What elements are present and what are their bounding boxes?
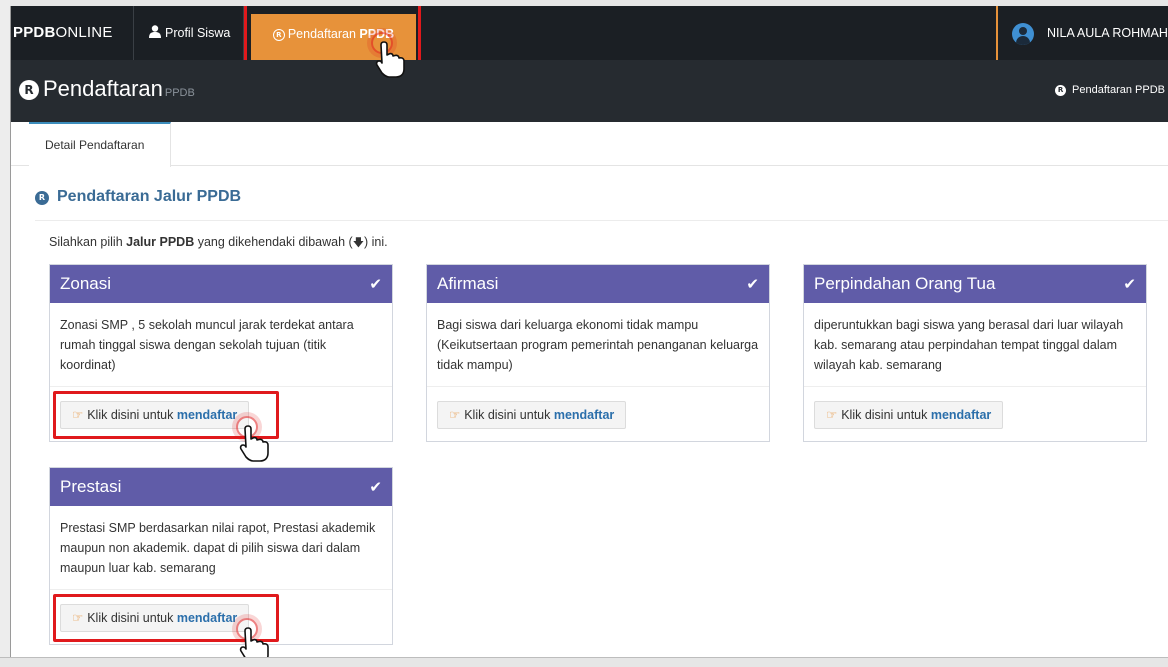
card-afirmasi: Afirmasi ✔ Bagi siswa dari keluarga ekon… (426, 264, 770, 442)
card-header: Afirmasi ✔ (427, 265, 769, 303)
hand-cursor-icon (239, 627, 269, 657)
tab-bar: Detail Pendaftaran (11, 122, 1168, 167)
hand-cursor-icon (239, 425, 269, 462)
registered-icon: R (35, 190, 49, 205)
card-header: Zonasi ✔ (50, 265, 392, 303)
card-title: Prestasi (60, 477, 122, 496)
card-description: Prestasi SMP berdasarkan nilai rapot, Pr… (50, 506, 392, 590)
page-header: R Pendaftaran PPDB R Pendaftaran PPDB (11, 60, 1168, 122)
user-menu-divider (996, 6, 998, 60)
page-title: R Pendaftaran PPDB (19, 74, 195, 108)
top-navbar: PPDBONLINE Profil Siswa R Pendaftaran PPD… (11, 6, 1168, 68)
daftar-afirmasi-button[interactable]: ☞ Klik disini untuk mendaftar (437, 401, 627, 429)
bottom-edge (0, 657, 1168, 667)
intro-pre: Silahkan pilih (49, 235, 127, 249)
button-bold: mendaftar (553, 408, 615, 422)
section-divider (35, 220, 1168, 221)
button-prefix: Klik disini untuk (841, 408, 931, 422)
hand-point-right-icon: ☞ (449, 407, 461, 422)
button-prefix: Klik disini untuk (464, 408, 554, 422)
check-icon: ✔ (746, 275, 759, 293)
brand-logo[interactable]: PPDBONLINE (13, 6, 113, 60)
arrow-down-icon: 🡇 (352, 236, 364, 249)
intro-post: ) ini. (364, 235, 388, 249)
card-footer: ☞ Klik disini untuk mendaftar (427, 387, 769, 441)
check-icon: ✔ (1123, 275, 1136, 293)
card-header: Prestasi ✔ (50, 468, 392, 506)
card-title: Afirmasi (437, 274, 499, 293)
left-edge (0, 0, 10, 667)
page-title-text: Pendaftaran (43, 76, 163, 101)
breadcrumb-label: Pendaftaran PPDB (1072, 84, 1165, 96)
card-description: Bagi siswa dari keluarga ekonomi tidak m… (427, 303, 769, 387)
page-subtitle: PPDB (164, 87, 195, 99)
card-title: Perpindahan Orang Tua (814, 274, 996, 293)
tab-detail-pendaftaran[interactable]: Detail Pendaftaran (29, 122, 171, 167)
card-header: Perpindahan Orang Tua ✔ (804, 265, 1146, 303)
card-perpindahan-orang-tua: Perpindahan Orang Tua ✔ diperuntukkan ba… (803, 264, 1147, 442)
card-title: Zonasi (60, 274, 112, 293)
intro-bold: Jalur PPDB (126, 235, 195, 249)
app-window: PPDBONLINE Profil Siswa R Pendaftaran PPD… (10, 6, 1168, 657)
nav-profil-label: Profil Siswa (165, 26, 231, 40)
intro-text: Silahkan pilih Jalur PPDB yang dikehenda… (49, 234, 388, 253)
avatar[interactable] (1012, 23, 1034, 45)
button-bold: mendaftar (930, 408, 992, 422)
nav-divider (133, 6, 134, 60)
breadcrumb[interactable]: R Pendaftaran PPDB (1055, 84, 1165, 96)
brand-rest: ONLINE (55, 24, 113, 41)
section-title: R Pendaftaran Jalur PPDB (35, 188, 241, 206)
check-icon: ✔ (369, 275, 382, 293)
brand-bold: PPDB (13, 24, 56, 41)
user-name[interactable]: NILA AULA ROHMAH (1047, 6, 1168, 60)
card-footer: ☞ Klik disini untuk mendaftar (804, 387, 1146, 441)
section-title-text: Pendaftaran Jalur PPDB (57, 188, 242, 205)
user-icon (149, 25, 161, 38)
check-icon: ✔ (369, 478, 382, 496)
card-description: diperuntukkan bagi siswa yang berasal da… (804, 303, 1146, 387)
card-description: Zonasi SMP , 5 sekolah muncul jarak terd… (50, 303, 392, 387)
daftar-perpindahan-button[interactable]: ☞ Klik disini untuk mendaftar (814, 401, 1004, 429)
intro-mid: yang dikehendaki dibawah ( (194, 235, 353, 249)
hand-point-right-icon: ☞ (826, 407, 838, 422)
nav-profil-siswa[interactable]: Profil Siswa (149, 6, 230, 60)
hand-cursor-icon (375, 41, 405, 78)
registered-icon: R (1055, 84, 1067, 96)
registered-icon: R (19, 80, 39, 101)
screenshot-frame: PPDBONLINE Profil Siswa R Pendaftaran PPD… (0, 0, 1168, 667)
